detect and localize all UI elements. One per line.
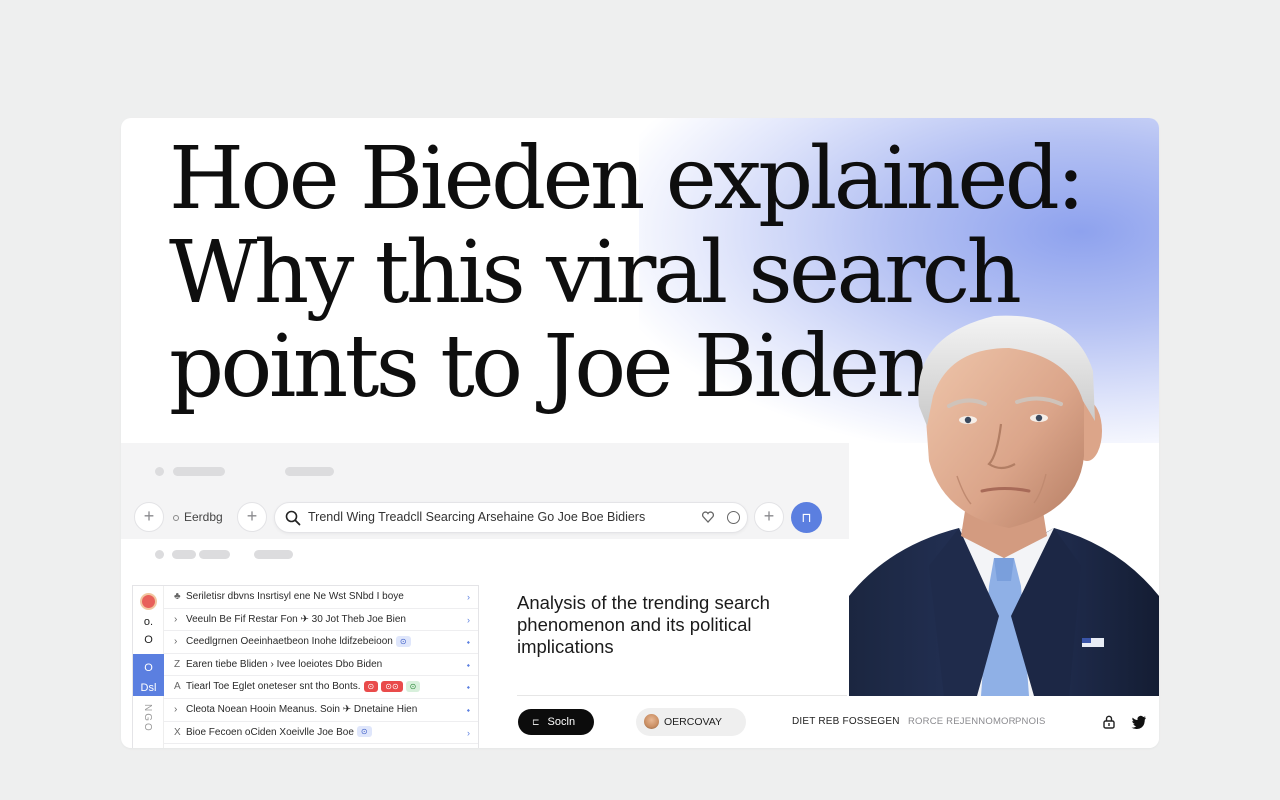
list-item[interactable]: ●Becroctiont Aiiden Hieesefia Blien Bloe… — [164, 744, 478, 748]
rail-item[interactable]: o. — [133, 616, 164, 628]
list-item-marker: › — [174, 613, 178, 625]
chevron-right-icon: › — [467, 592, 470, 602]
pill-label: Socln — [547, 716, 576, 728]
skeleton-bar — [172, 550, 196, 559]
list-item-text: Bioe Fecoen oCiden Xoeivlle Joe Boe — [186, 726, 354, 738]
chevron-right-icon: ⬩ — [466, 659, 470, 670]
status-badge: ⊙ — [363, 681, 379, 693]
rail-item-active[interactable]: O Dsl — [133, 654, 164, 696]
article-card: Hoe Bieden explained: Why this viral sea… — [121, 118, 1159, 748]
search-query: Trendl Wing Treadcll Searcing Arsehaine … — [308, 510, 646, 524]
list-item-marker: X — [174, 726, 181, 738]
action-button[interactable]: ⊓ — [791, 502, 822, 533]
skeleton-bar — [173, 467, 225, 476]
list-item[interactable]: › Cleota Noean Hooin Meanus. Soin ✈ Dneta… — [164, 699, 478, 722]
chevron-right-icon: › — [467, 744, 470, 748]
chevron-right-icon: ⬩ — [466, 682, 470, 693]
list-item[interactable]: X Bioe Fecoen oCiden Xoeivlle Joe Boe ⊙ › — [164, 722, 478, 745]
footer-link[interactable]: PNOIS — [1015, 696, 1046, 748]
list-item-text: Veeuln Be Fif Restar Fon ✈ 30 Jot Theb J… — [186, 613, 406, 625]
browser-tab[interactable]: Eerdbg — [167, 502, 237, 532]
list-item-text: Ceedlgrnen Oeeinhaetbeon Inohe ldifzebei… — [186, 636, 393, 648]
footer-link[interactable]: DIET REB FOSSEGEN — [792, 696, 900, 748]
results-list: ♣ Seriletisr dbvns Insrtisyl ene Ne Wst S… — [164, 586, 478, 748]
list-item-marker: Z — [174, 658, 181, 670]
search-input[interactable]: Trendl Wing Treadcll Searcing Arsehaine … — [274, 502, 748, 533]
list-item-marker: ♣ — [174, 591, 181, 602]
portrait-image — [849, 296, 1159, 696]
window-dot — [155, 550, 164, 559]
list-item-marker: A — [174, 681, 181, 693]
chevron-right-icon: ⬩ — [466, 637, 470, 648]
search-pill-button[interactable]: ⊏ Socln — [518, 709, 594, 735]
list-item-text: Tiearl Toe Eglet oneteser snt tho Bonts. — [186, 681, 361, 693]
list-item[interactable]: › Ceedlgrnen Oeeinhaetbeon Inohe ldifzebe… — [164, 631, 478, 654]
footer-link[interactable]: RORCE REJENNOMOR — [908, 696, 1016, 748]
circle-icon[interactable] — [727, 511, 740, 524]
profile-label: OERCOVAY — [664, 716, 722, 728]
status-badge: ⊙ — [356, 726, 372, 738]
chevron-right-icon: › — [467, 727, 470, 738]
add-tab-button[interactable]: + — [237, 502, 267, 532]
skeleton-bar — [199, 550, 230, 559]
avatar — [644, 714, 659, 729]
list-item[interactable]: › Veeuln Be Fif Restar Fon ✈ 30 Jot Theb … — [164, 609, 478, 632]
pill-icon: ⊏ — [532, 717, 540, 727]
list-item[interactable]: Z Earen tiebe Bliden › Ivee loeiotes Dbo … — [164, 654, 478, 677]
list-item-text: Cleota Noean Hooin Meanus. Soin ✈ Dnetai… — [186, 703, 418, 715]
skeleton-bar — [285, 467, 334, 476]
portrait-illustration — [849, 315, 1159, 696]
list-item[interactable]: ♣ Seriletisr dbvns Insrtisyl ene Ne Wst S… — [164, 586, 478, 609]
rail-vertical-label: NGO — [142, 704, 153, 733]
chevron-right-icon: ⬩ — [466, 704, 470, 715]
status-badge: ⊙ — [405, 681, 421, 693]
tab-favicon-icon — [173, 514, 179, 521]
add-button[interactable]: + — [754, 502, 784, 532]
window-dot — [155, 467, 164, 476]
profile-pill-button[interactable]: OERCOVAY — [636, 708, 746, 736]
status-badge: ⊙⊙ — [381, 681, 403, 693]
list-item-marker: › — [174, 703, 178, 715]
list-item-marker: › — [174, 636, 178, 648]
list-item-marker: ● — [174, 744, 186, 748]
results-panel: o. O O Dsl NGO ♣ Seriletisr dbvns Insrtis… — [132, 585, 479, 748]
skeleton-bar — [254, 550, 293, 559]
heart-icon[interactable] — [701, 510, 715, 524]
list-item-text: Seriletisr dbvns Insrtisyl ene Ne Wst SN… — [186, 591, 404, 602]
new-tab-button[interactable]: + — [134, 502, 164, 532]
twitter-icon[interactable] — [1131, 714, 1147, 730]
status-badge: ⊙ — [395, 636, 411, 648]
search-icon — [285, 510, 301, 526]
headline-line-1: Hoe Bieden explained: — [169, 129, 1085, 229]
chevron-right-icon: › — [467, 614, 470, 625]
action-icon: ⊓ — [801, 510, 812, 525]
tab-label: Eerdbg — [184, 510, 223, 524]
avatar[interactable] — [140, 593, 157, 610]
footer-bar: ⊏ Socln OERCOVAY DIET REB FOSSEGEN RORCE … — [505, 696, 1159, 748]
list-item[interactable]: A Tiearl Toe Eglet oneteser snt tho Bonts… — [164, 676, 478, 699]
side-rail: o. O O Dsl NGO — [133, 586, 164, 748]
rail-item[interactable]: O — [133, 634, 164, 646]
article-subtitle: Analysis of the trending search phenomen… — [517, 592, 770, 657]
share-icon[interactable] — [1101, 714, 1117, 730]
list-item-text: Earen tiebe Bliden › Ivee loeiotes Dbo B… — [186, 658, 383, 670]
